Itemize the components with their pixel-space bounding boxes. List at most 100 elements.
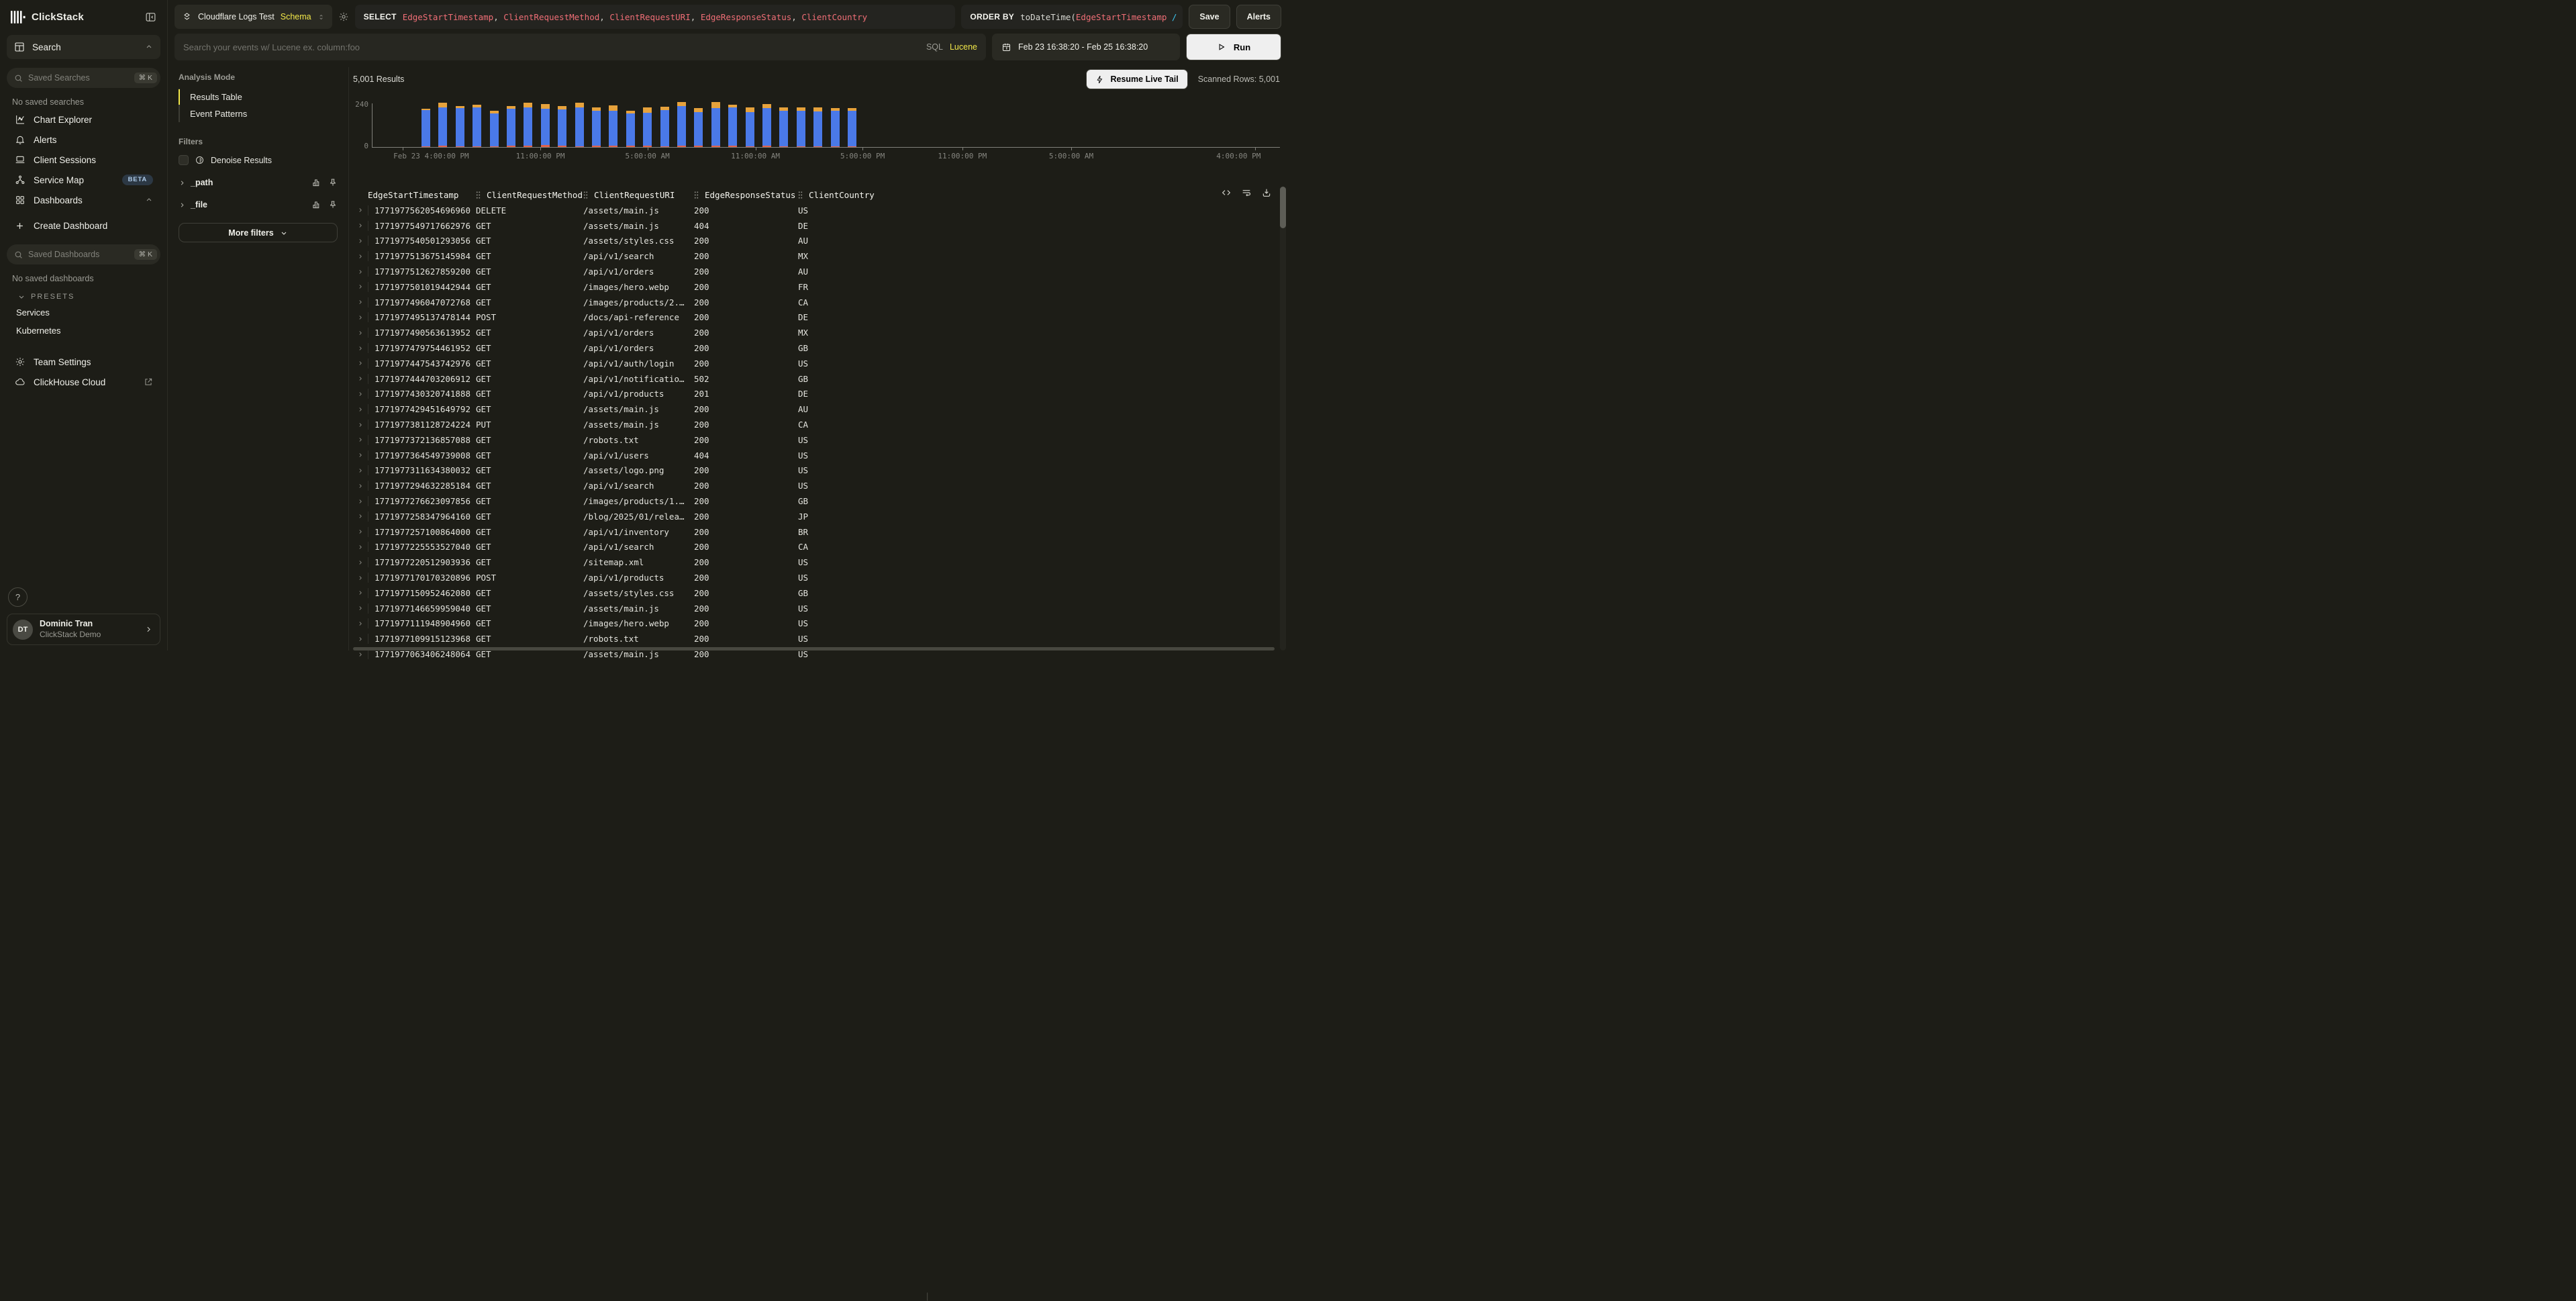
histogram-bar[interactable]	[797, 107, 805, 147]
expand-row-button[interactable]	[353, 422, 368, 428]
table-row[interactable]: 1771977258347964160GET/blog/2025/01/rele…	[353, 509, 1288, 524]
pin-icon[interactable]	[328, 200, 338, 209]
histogram-bar[interactable]	[762, 104, 771, 147]
table-row[interactable]: 1771977496047072768GET/images/products/2…	[353, 295, 1288, 310]
column-header-EdgeStartTimestamp[interactable]: EdgeStartTimestamp	[368, 190, 476, 200]
histogram-bar[interactable]	[728, 105, 737, 147]
bar-chart-icon[interactable]	[311, 178, 321, 187]
expand-row-button[interactable]	[353, 283, 368, 290]
collapse-sidebar-icon[interactable]	[145, 11, 156, 23]
filter-field-path[interactable]: _path	[179, 178, 338, 187]
table-row[interactable]: 1771977513675145984GET/api/v1/search200M…	[353, 248, 1288, 264]
table-row[interactable]: 1771977276623097856GET/images/products/1…	[353, 493, 1288, 509]
histogram-bar[interactable]	[490, 111, 499, 147]
expand-row-button[interactable]	[353, 345, 368, 352]
chart-plot[interactable]: 2400Feb 23 4:00:00 PM11:00:00 PM5:00:00 …	[372, 103, 1280, 148]
sidebar-item-client-sessions[interactable]: Client Sessions	[7, 150, 160, 170]
drag-handle-icon[interactable]	[583, 191, 588, 199]
expand-row-button[interactable]	[353, 513, 368, 520]
drag-handle-icon[interactable]	[798, 191, 803, 199]
table-row[interactable]: 1771977109915123968GET/robots.txt200US	[353, 631, 1288, 646]
expand-row-button[interactable]	[353, 651, 368, 658]
event-search-input[interactable]: Search your events w/ Lucene ex. column:…	[175, 34, 986, 60]
filter-field-file[interactable]: _file	[179, 200, 338, 209]
table-row[interactable]: 1771977479754461952GET/api/v1/orders200G…	[353, 340, 1288, 356]
histogram-bar[interactable]	[558, 106, 566, 147]
order-by-input[interactable]: ORDER BY toDateTime(EdgeStartTimestamp /	[961, 5, 1183, 29]
histogram-bar[interactable]	[592, 107, 601, 147]
select-columns-input[interactable]: SELECT EdgeStartTimestamp, ClientRequest…	[355, 5, 956, 29]
alerts-button[interactable]: Alerts	[1236, 5, 1281, 29]
sql-toggle[interactable]: SQL	[926, 42, 943, 52]
expand-row-button[interactable]	[353, 375, 368, 382]
sidebar-item-clickhouse-cloud[interactable]: ClickHouse Cloud	[7, 372, 160, 392]
table-row[interactable]: 1771977447543742976GET/api/v1/auth/login…	[353, 356, 1288, 371]
table-row[interactable]: 1771977220512903936GET/sitemap.xml200US	[353, 555, 1288, 570]
table-row[interactable]: 1771977562054696960DELETE/assets/main.js…	[353, 203, 1288, 218]
histogram-bar[interactable]	[626, 111, 635, 147]
expand-row-button[interactable]	[353, 269, 368, 275]
expand-row-button[interactable]	[353, 544, 368, 550]
histogram-bar[interactable]	[456, 106, 464, 147]
expand-row-button[interactable]	[353, 528, 368, 535]
expand-row-button[interactable]	[353, 299, 368, 305]
expand-row-button[interactable]	[353, 559, 368, 566]
table-row[interactable]: 1771977495137478144POST/docs/api-referen…	[353, 310, 1288, 326]
help-button[interactable]: ?	[8, 587, 28, 607]
column-header-ClientRequestURI[interactable]: ClientRequestURI	[583, 190, 694, 200]
histogram-bar[interactable]	[575, 103, 584, 147]
source-selector[interactable]: Cloudflare Logs Test Schema	[175, 5, 332, 29]
table-row[interactable]: 1771977429451649792GET/assets/main.js200…	[353, 401, 1288, 417]
date-range-picker[interactable]: Feb 23 16:38:20 - Feb 25 16:38:20	[992, 34, 1180, 60]
histogram-bar[interactable]	[438, 103, 447, 147]
table-row[interactable]: 1771977490563613952GET/api/v1/orders200M…	[353, 325, 1288, 340]
expand-row-button[interactable]	[353, 406, 368, 413]
sidebar-item-service-map[interactable]: Service Map BETA	[7, 170, 160, 190]
table-row[interactable]: 1771977381128724224PUT/assets/main.js200…	[353, 417, 1288, 432]
expand-row-button[interactable]	[353, 620, 368, 627]
expand-row-button[interactable]	[353, 238, 368, 244]
expand-row-button[interactable]	[353, 452, 368, 459]
preset-services[interactable]: Services	[7, 303, 160, 322]
expand-row-button[interactable]	[353, 498, 368, 505]
expand-row-button[interactable]	[353, 314, 368, 321]
source-settings-gear-icon[interactable]	[338, 11, 349, 22]
table-row[interactable]: 1771977540501293056GET/assets/styles.css…	[353, 234, 1288, 249]
code-view-icon[interactable]	[1221, 187, 1232, 198]
histogram-bar[interactable]	[541, 104, 550, 147]
expand-row-button[interactable]	[353, 636, 368, 642]
table-row[interactable]: 1771977430320741888GET/api/v1/products20…	[353, 387, 1288, 402]
histogram-bar[interactable]	[813, 107, 822, 147]
vertical-scrollbar-track[interactable]	[1280, 187, 1286, 650]
histogram-bar[interactable]	[677, 102, 686, 147]
sidebar-item-dashboards[interactable]: Dashboards	[7, 190, 160, 210]
expand-row-button[interactable]	[353, 575, 368, 581]
table-row[interactable]: 1771977311634380032GET/assets/logo.png20…	[353, 463, 1288, 479]
expand-row-button[interactable]	[353, 391, 368, 397]
resume-live-tail-button[interactable]: Resume Live Tail	[1086, 69, 1187, 89]
histogram-bar[interactable]	[848, 108, 856, 147]
expand-row-button[interactable]	[353, 222, 368, 229]
bar-chart-icon[interactable]	[311, 200, 321, 209]
histogram-bar[interactable]	[507, 106, 515, 147]
download-icon[interactable]	[1261, 187, 1272, 198]
table-row[interactable]: 1771977146659959040GET/assets/main.js200…	[353, 601, 1288, 616]
denoise-results-toggle[interactable]: Denoise Results	[179, 155, 338, 165]
sidebar-item-alerts[interactable]: Alerts	[7, 130, 160, 150]
mode-results-table[interactable]: Results Table	[180, 89, 338, 105]
histogram-bar[interactable]	[609, 105, 617, 147]
column-header-ClientCountry[interactable]: ClientCountry	[798, 190, 1288, 200]
expand-row-button[interactable]	[353, 605, 368, 612]
denoise-checkbox[interactable]	[179, 155, 189, 165]
saved-searches-input[interactable]: Saved Searches ⌘ K	[7, 68, 160, 88]
pin-icon[interactable]	[328, 178, 338, 187]
sidebar-item-search[interactable]: Search	[7, 35, 160, 59]
expand-row-button[interactable]	[353, 483, 368, 489]
table-row[interactable]: 1771977512627859200GET/api/v1/orders200A…	[353, 264, 1288, 279]
histogram-bar[interactable]	[422, 109, 430, 147]
expand-row-button[interactable]	[353, 589, 368, 596]
expand-row-button[interactable]	[353, 467, 368, 474]
expand-row-button[interactable]	[353, 360, 368, 367]
table-row[interactable]: 1771977170170320896POST/api/v1/products2…	[353, 570, 1288, 585]
wrap-text-icon[interactable]	[1241, 187, 1252, 198]
